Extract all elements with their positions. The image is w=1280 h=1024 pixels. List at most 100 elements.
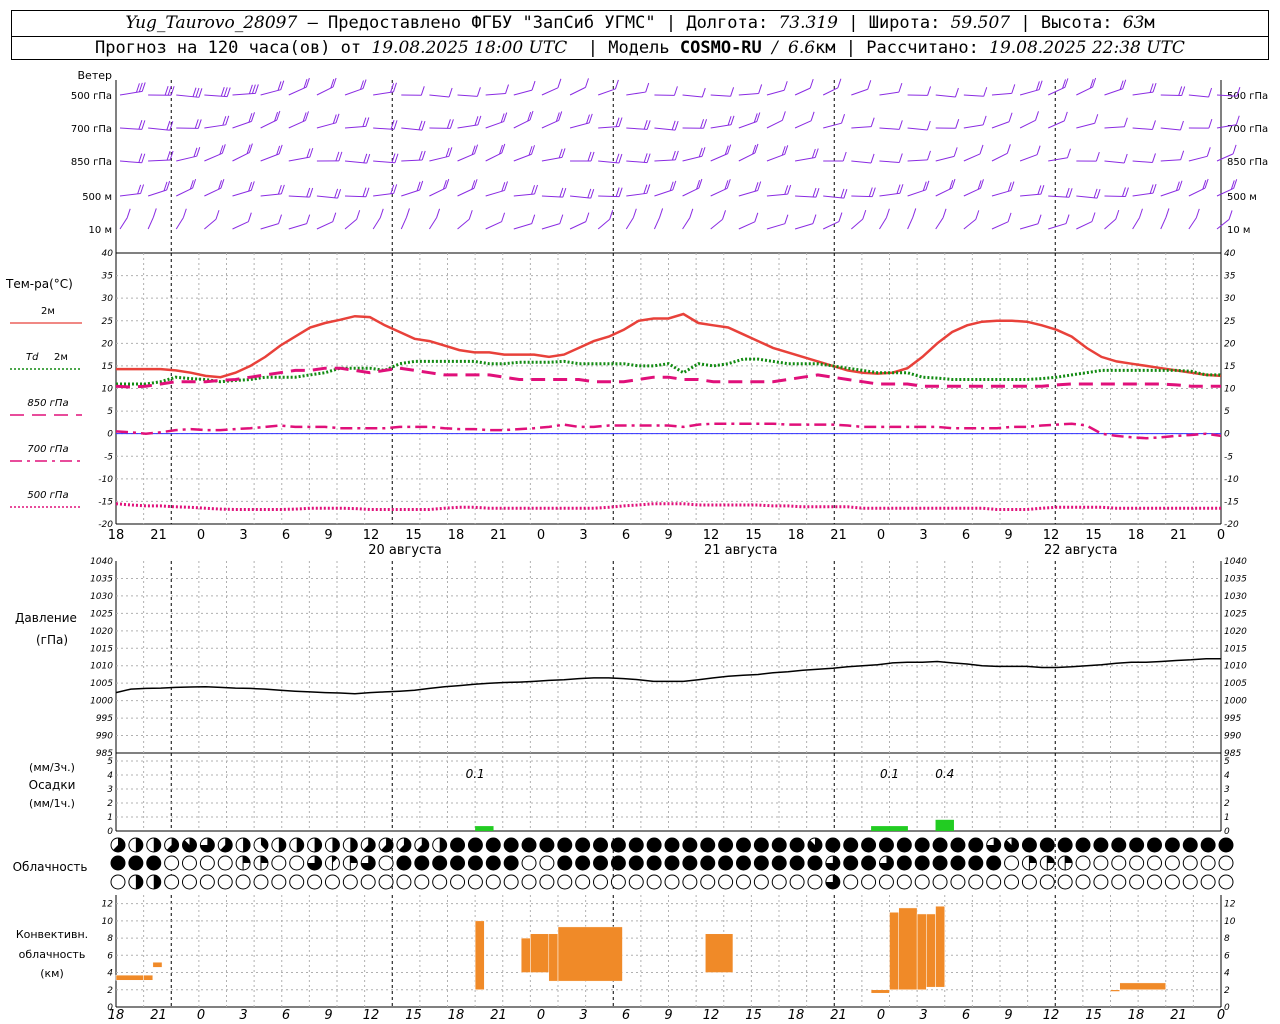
wind-barb (1160, 120, 1184, 131)
wind-barb-shaft (991, 221, 1009, 230)
cloud-cover-symbol (1093, 855, 1109, 871)
cloud-fill-full (432, 856, 447, 870)
cloud-cover-symbol (593, 855, 609, 871)
wind-barb-flag (1151, 153, 1156, 163)
wind-barb-shaft (288, 86, 307, 96)
wind-barb-flag (754, 212, 759, 222)
wind-barb (598, 117, 623, 129)
cloud-circle (271, 874, 287, 890)
conv-ytick-label-right: 4 (1224, 969, 1230, 979)
time-tick-label-temp: 12 (703, 528, 720, 543)
wind-barb-flag (394, 153, 399, 163)
wind-level-label: 500 гПа (71, 91, 112, 102)
wind-barb (822, 212, 843, 230)
wind-barb (1048, 214, 1070, 230)
wind-barb-flag (1208, 118, 1213, 129)
wind-barb-shaft (963, 218, 977, 230)
wind-barb-flag (505, 84, 509, 94)
cloud-cover-symbol (950, 855, 966, 871)
wind-barb (148, 86, 175, 96)
wind-barb (851, 117, 875, 129)
wind-barb-flag (138, 82, 143, 93)
cloud-cover-symbol (1147, 837, 1163, 853)
wind-barb-flag (787, 184, 792, 195)
wind-barb-flag (531, 214, 536, 224)
wind-barb (569, 188, 595, 199)
wind-barb (963, 115, 987, 129)
temp-ytick-label: 10 (102, 385, 114, 395)
wind-barb-shaft (176, 155, 197, 162)
wind-barb-shaft (1020, 193, 1041, 197)
wind-barb (428, 208, 441, 230)
wind-barb-flag (810, 111, 815, 121)
convective-bar (916, 913, 927, 991)
wind-barb (935, 87, 959, 98)
cloud-cover-symbol (307, 855, 323, 871)
conv-ytick-label: 10 (102, 917, 114, 927)
cloud-cover-symbol (181, 874, 197, 890)
pres-ytick-label-right: 1025 (1224, 609, 1247, 619)
cloud-fill-full (593, 856, 608, 870)
wind-barb-flag (954, 87, 959, 98)
meteogram: 1818212100336699121215151818212100336699… (5, 69, 1268, 1023)
cloud-cover-symbol (968, 837, 984, 853)
cloud-cover-symbol (253, 855, 269, 871)
cloud-cover-symbol (896, 874, 912, 890)
wind-barb-flag (1228, 210, 1233, 220)
wind-barb-flag (1152, 183, 1157, 194)
time-tick-label-bottom: 9 (1004, 1008, 1012, 1023)
cloud-circle (878, 874, 894, 890)
wind-barb (626, 184, 651, 197)
wind-barb (400, 208, 410, 230)
cloud-fill-full (1040, 838, 1055, 852)
wind-barb-shaft (879, 127, 900, 130)
cloud-cover-symbol (753, 855, 769, 871)
cloud-fill-full (736, 856, 751, 870)
time-tick-label-temp: 21 (150, 528, 167, 543)
wind-barb-flag (643, 120, 648, 130)
temp-ytick-label-right: 30 (1224, 294, 1236, 304)
wind-barb (429, 119, 454, 129)
wind-barb-flag (561, 148, 566, 158)
wind-barb-shaft (963, 187, 981, 197)
wind-barb-flag (912, 208, 917, 218)
wind-barb (1104, 209, 1120, 230)
wind-barb (119, 184, 145, 197)
wind-barb (1076, 212, 1096, 230)
cloud-cover-symbol (1164, 837, 1180, 853)
wind-barb-flag (1138, 208, 1143, 218)
wind-barb-shaft (1104, 218, 1117, 230)
time-tick-label-bottom: 21 (830, 1008, 847, 1023)
cloud-cover-symbol (878, 837, 894, 853)
cloud-cover-symbol (646, 837, 662, 853)
wind-barb (598, 187, 623, 198)
cloud-cover-symbol (432, 874, 448, 890)
wind-barb-flag (885, 208, 890, 218)
cloud-fill-full (1093, 838, 1108, 852)
cloud-cover-symbol (181, 855, 197, 871)
wind-barb-shaft (401, 159, 423, 162)
cloud-fill-full (396, 856, 411, 870)
wind-barb (119, 120, 146, 130)
wind-barb-flag (468, 210, 473, 220)
wind-barb (654, 180, 677, 197)
time-tick-label-temp: 21 (1170, 528, 1187, 543)
cloud-cover-symbol (914, 874, 930, 890)
wind-barb-flag (615, 117, 620, 127)
wind-barb-flag (446, 119, 451, 129)
wind-barb-flag (982, 115, 987, 126)
wind-barb (851, 187, 876, 198)
wind-barb-flag (1093, 188, 1098, 199)
wind-barb (176, 178, 197, 197)
wind-barb-flag (223, 87, 228, 97)
cloud-fill-full (1076, 838, 1091, 852)
cloud-fill-full (950, 856, 965, 870)
wind-barb (1019, 214, 1042, 230)
cloud-fill-full (897, 838, 912, 852)
wind-barb-flag (615, 153, 620, 163)
wind-barb-flag (614, 79, 619, 90)
wind-barb-flag (1011, 84, 1016, 94)
wind-barb (147, 208, 157, 230)
time-tick-label-bottom: 0 (877, 1008, 885, 1023)
cloud-fill-full (807, 856, 822, 870)
